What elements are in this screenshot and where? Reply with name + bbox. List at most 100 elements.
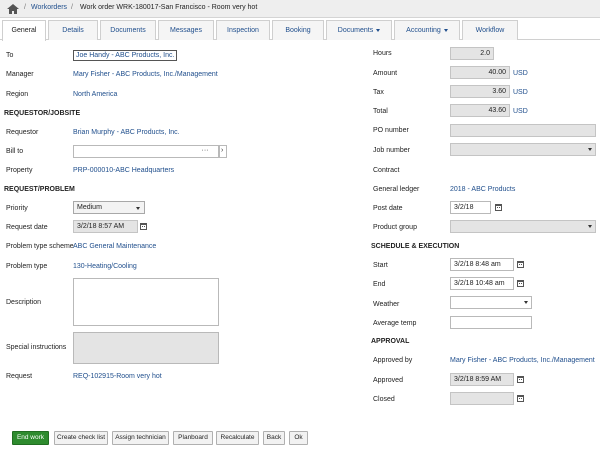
tab-documents-menu[interactable]: Documents: [326, 20, 392, 40]
create-check-list-button[interactable]: Create check list: [54, 431, 108, 445]
calendar-icon[interactable]: [517, 395, 524, 402]
region-link[interactable]: North America: [73, 91, 117, 98]
po-number-label: PO number: [373, 127, 409, 134]
billto-input[interactable]: ···: [73, 145, 219, 158]
tab-documents[interactable]: Documents: [100, 20, 156, 40]
chevron-down-icon: [588, 148, 592, 151]
hours-label: Hours: [373, 50, 392, 57]
tab-bar: General Details Documents Messages Inspe…: [0, 20, 600, 41]
breadcrumb-workorders[interactable]: Workorders: [31, 4, 67, 11]
description-label: Description: [6, 299, 42, 306]
job-number-select[interactable]: [450, 143, 596, 156]
requestor-link[interactable]: Brian Murphy - ABC Products, Inc.: [73, 129, 180, 136]
calendar-icon[interactable]: [517, 376, 524, 383]
billto-open-button[interactable]: ›: [219, 145, 227, 158]
tax-currency: USD: [513, 89, 528, 96]
requestor-label: Requestor: [6, 129, 39, 136]
amount-label: Amount: [373, 70, 398, 77]
total-label: Total: [373, 108, 388, 115]
post-date-label: Post date: [373, 205, 403, 212]
end-field[interactable]: 3/2/18 10:48 am: [450, 277, 514, 290]
calendar-icon[interactable]: [517, 261, 524, 268]
tab-messages[interactable]: Messages: [158, 20, 214, 40]
property-label: Property: [6, 167, 33, 174]
property-link[interactable]: PRP-000010-ABC Headquarters: [73, 167, 174, 174]
tab-inspection[interactable]: Inspection: [216, 20, 270, 40]
requestor-section-heading: REQUESTOR/JOBSITE: [4, 110, 81, 117]
total-currency: USD: [513, 108, 528, 115]
breadcrumb-current: Work order WRK-180017-San Francisco - Ro…: [80, 4, 258, 11]
chevron-down-icon: [524, 301, 528, 304]
chevron-down-icon: [443, 28, 448, 32]
start-label: Start: [373, 262, 388, 269]
schedule-section-heading: SCHEDULE & EXECUTION: [371, 243, 460, 250]
description-textarea[interactable]: [73, 278, 219, 326]
amount-currency: USD: [513, 70, 528, 77]
recalculate-button[interactable]: Recalculate: [216, 431, 259, 445]
back-button[interactable]: Back: [263, 431, 285, 445]
request-date-field[interactable]: 3/2/18 8:57 AM: [73, 220, 138, 233]
request-link[interactable]: REQ-102915-Room very hot: [73, 373, 162, 380]
approved-label: Approved: [373, 377, 403, 384]
special-instructions-textarea[interactable]: [73, 332, 219, 364]
problem-type-scheme-link[interactable]: ABC General Maintenance: [73, 243, 156, 250]
product-group-select[interactable]: [450, 220, 596, 233]
approval-section-heading: APPROVAL: [371, 338, 410, 345]
request-date-label: Request date: [6, 224, 48, 231]
tab-accounting-label: Accounting: [406, 27, 441, 34]
amount-field[interactable]: 40.00: [450, 66, 510, 79]
approved-by-link[interactable]: Mary Fisher - ABC Products, Inc./Managem…: [450, 357, 595, 364]
tab-general[interactable]: General: [2, 20, 46, 41]
breadcrumb-separator: /: [71, 4, 73, 11]
end-work-button[interactable]: End work: [12, 431, 49, 445]
ok-button[interactable]: Ok: [289, 431, 308, 445]
calendar-icon[interactable]: [495, 204, 502, 211]
assign-technician-button[interactable]: Assign technician: [112, 431, 169, 445]
tab-accounting[interactable]: Accounting: [394, 20, 460, 40]
manager-link[interactable]: Mary Fisher - ABC Products, Inc./Managem…: [73, 71, 218, 78]
billto-label: Bill to: [6, 148, 24, 155]
breadcrumb: / Workorders / Work order WRK-180017-San…: [0, 0, 600, 18]
end-label: End: [373, 281, 386, 288]
chevron-down-icon: [136, 207, 140, 210]
to-field[interactable]: Joe Handy - ABC Products, Inc.: [73, 50, 178, 61]
hours-field[interactable]: 2.0: [450, 47, 494, 60]
request-section-heading: REQUEST/PROBLEM: [4, 186, 75, 193]
weather-select[interactable]: [450, 296, 532, 309]
problem-type-label: Problem type: [6, 263, 48, 270]
general-ledger-label: General ledger: [373, 186, 420, 193]
breadcrumb-separator: /: [24, 4, 26, 11]
approved-field[interactable]: 3/2/18 8:59 AM: [450, 373, 514, 386]
calendar-icon[interactable]: [517, 280, 524, 287]
manager-label: Manager: [6, 71, 34, 78]
billto-browse-button[interactable]: ···: [200, 146, 210, 157]
priority-select[interactable]: Medium: [73, 201, 145, 214]
tab-details[interactable]: Details: [48, 20, 98, 40]
tax-label: Tax: [373, 89, 384, 96]
planboard-button[interactable]: Planboard: [173, 431, 213, 445]
tax-field[interactable]: 3.60: [450, 85, 510, 98]
tab-booking[interactable]: Booking: [272, 20, 324, 40]
po-number-field[interactable]: [450, 124, 596, 137]
start-field[interactable]: 3/2/18 8:48 am: [450, 258, 514, 271]
problem-type-link[interactable]: 130-Heating/Cooling: [73, 263, 137, 270]
closed-label: Closed: [373, 396, 395, 403]
home-icon[interactable]: [6, 3, 20, 15]
calendar-icon[interactable]: [140, 223, 147, 230]
closed-field[interactable]: [450, 392, 514, 405]
post-date-field[interactable]: 3/2/18: [450, 201, 491, 214]
average-temp-field[interactable]: [450, 316, 532, 329]
request-label: Request: [6, 373, 33, 380]
problem-type-scheme-label: Problem type scheme: [6, 243, 74, 250]
tab-documents-menu-label: Documents: [337, 27, 374, 34]
general-ledger-link[interactable]: 2018 - ABC Products: [450, 186, 515, 193]
priority-label: Priority: [6, 205, 28, 212]
total-field[interactable]: 43.60: [450, 104, 510, 117]
product-group-label: Product group: [373, 224, 417, 231]
tab-workflow[interactable]: Workflow: [462, 20, 518, 40]
priority-select-value: Medium: [77, 204, 102, 211]
approved-by-label: Approved by: [373, 357, 413, 364]
region-label: Region: [6, 91, 29, 98]
chevron-down-icon: [376, 28, 381, 32]
to-label: To: [6, 52, 14, 59]
